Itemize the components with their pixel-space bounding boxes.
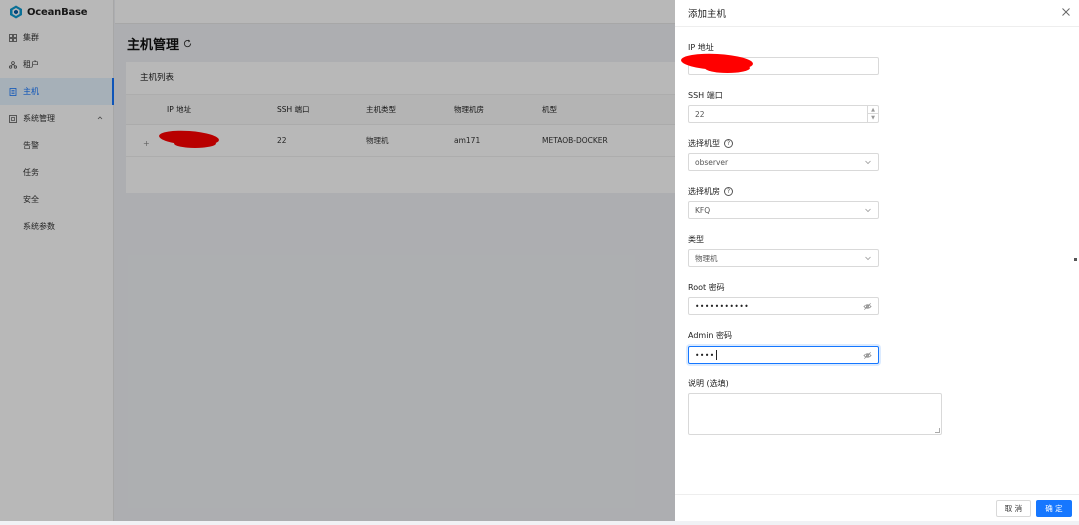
eye-invisible-icon[interactable] xyxy=(863,302,872,311)
description-textarea[interactable] xyxy=(688,393,942,435)
idc-label: 选择机房? xyxy=(688,186,733,197)
admin-password-label: Admin 密码 xyxy=(688,331,733,340)
chevron-down-icon xyxy=(865,160,871,165)
scroll-marker xyxy=(1074,258,1077,261)
root-password-label: Root 密码 xyxy=(688,283,725,292)
drawer-mask[interactable] xyxy=(0,0,675,521)
type-select[interactable]: 物理机 xyxy=(688,249,879,267)
chevron-down-icon xyxy=(865,256,871,261)
type-label: 类型 xyxy=(688,235,704,244)
eye-invisible-icon[interactable] xyxy=(863,351,872,360)
chevron-down-icon xyxy=(865,208,871,213)
admin-password-input[interactable]: •••• xyxy=(688,346,879,364)
ssh-port-stepper[interactable]: ▲ ▼ xyxy=(867,106,878,122)
drawer-footer: 取 消 确 定 xyxy=(675,494,1079,521)
model-label: 选择机型? xyxy=(688,138,733,149)
help-icon[interactable]: ? xyxy=(724,187,733,196)
increment-icon[interactable]: ▲ xyxy=(868,106,878,114)
redaction-mark xyxy=(705,63,750,73)
root-password-input[interactable]: ••••••••••• xyxy=(688,297,879,315)
text-cursor xyxy=(715,350,717,360)
drawer-header: 添加主机 xyxy=(675,0,1079,27)
ssh-port-label: SSH 端口 xyxy=(688,91,723,100)
description-label: 说明 (选填) xyxy=(688,379,729,388)
idc-select[interactable]: KFQ xyxy=(688,201,879,219)
add-host-drawer: 添加主机 IP 地址 SSH 端口 22 ▲ ▼ 选择机型? observer … xyxy=(675,0,1079,521)
cancel-button[interactable]: 取 消 xyxy=(996,500,1031,517)
resize-handle-icon[interactable] xyxy=(935,428,940,433)
model-select[interactable]: observer xyxy=(688,153,879,171)
help-icon[interactable]: ? xyxy=(724,139,733,148)
decrement-icon[interactable]: ▼ xyxy=(868,114,878,122)
confirm-button[interactable]: 确 定 xyxy=(1036,500,1072,517)
ssh-port-input[interactable]: 22 ▲ ▼ xyxy=(688,105,879,123)
drawer-title: 添加主机 xyxy=(688,9,727,20)
close-icon[interactable] xyxy=(1061,7,1071,17)
ip-label: IP 地址 xyxy=(688,43,714,52)
